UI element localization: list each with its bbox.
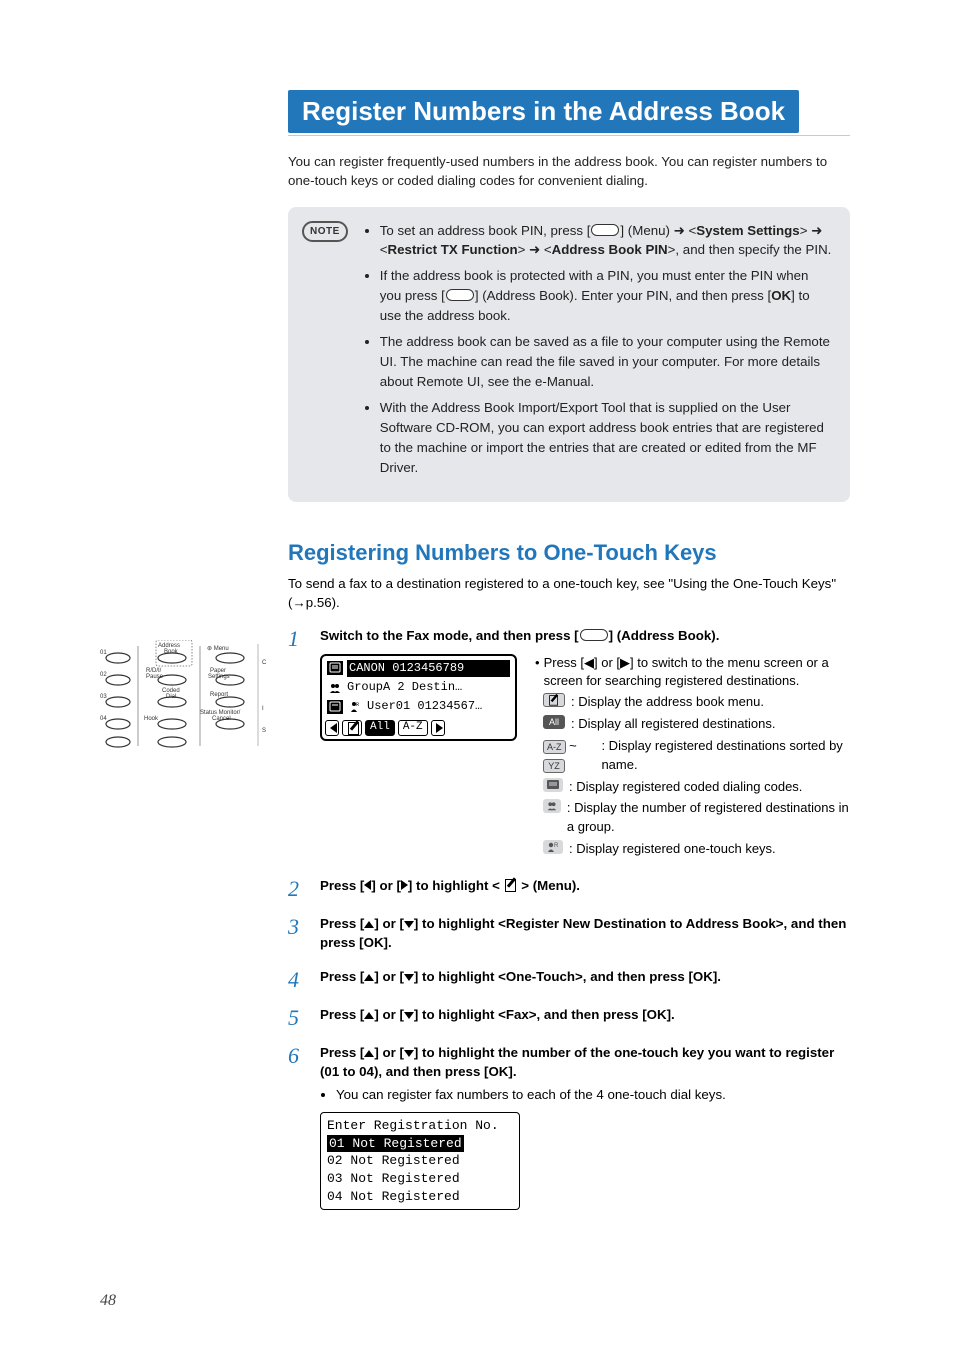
svg-text:01: 01 [100,650,107,656]
svg-text:R: R [554,843,559,849]
note-item: With the Address Book Import/Export Tool… [380,398,832,478]
coded-dial-icon [327,700,343,714]
step-number: 2 [288,876,306,900]
svg-text:R: R [356,702,359,708]
note-item: The address book can be saved as a file … [380,332,832,392]
lcd2-row: 02 Not Registered [327,1152,513,1170]
address-book-button-icon [580,629,608,641]
one-touch-icon: R [347,700,363,714]
nav-left-icon [325,720,339,736]
section-title: Registering Numbers to One-Touch Keys [288,540,850,566]
lcd2-row: 03 Not Registered [327,1170,513,1188]
up-arrow-icon [364,921,374,928]
up-arrow-icon [364,1050,374,1057]
svg-text:Dial: Dial [166,694,176,700]
down-arrow-icon [404,974,414,981]
lcd2-row: 04 Not Registered [327,1188,513,1206]
az-tab: A-Z [398,720,428,736]
step-5: 5 Press [] or [] to highlight <Fax>, and… [288,1005,850,1029]
step-heading: Press [] or [] to highlight the number o… [320,1043,850,1082]
up-arrow-icon [364,1012,374,1019]
legend-text: Press [◀] or [▶] to switch to the menu s… [544,654,850,692]
lcd2-title: Enter Registration No. [327,1117,513,1135]
control-panel-figure: 01 02 03 04 Address Book ⊛ Menu R/D/I/ P… [100,640,270,755]
edit-icon [504,878,518,892]
svg-text:04: 04 [100,716,107,722]
group-icon [327,681,343,695]
step-number: 1 [288,626,306,862]
step-heading: Press [] or [] to highlight <One-Touch>,… [320,967,850,991]
legend-text: : Display registered coded dialing codes… [569,778,802,797]
lcd-legend: • Press [◀] or [▶] to switch to the menu… [535,654,850,862]
svg-text:Book: Book [164,649,179,655]
step-heading: Switch to the Fax mode, and then press [… [320,626,850,645]
step-number: 4 [288,967,306,991]
svg-text:I: I [262,706,264,712]
step-1: 1 Switch to the Fax mode, and then press… [288,626,850,862]
svg-text:S: S [262,728,266,734]
lcd-screen: CANON 0123456789 GroupA 2 Destin… [320,654,517,741]
step-number: 3 [288,914,306,953]
step-heading: Press [] or [] to highlight <Register Ne… [320,914,850,953]
lcd-row-2: GroupA 2 Destin… [347,679,510,696]
note-item: To set an address book PIN, press [] (Me… [380,221,832,261]
right-arrow-icon [401,880,408,890]
intro-text: You can register frequently-used numbers… [288,152,850,191]
all-tab: All [365,720,395,736]
all-icon: All [543,715,565,729]
step-4: 4 Press [] or [] to highlight <One-Touch… [288,967,850,991]
svg-text:Pause: Pause [146,674,164,680]
svg-text:02: 02 [100,672,107,678]
registration-lcd: Enter Registration No. 01 Not Registered… [320,1112,520,1210]
note-badge: NOTE [302,221,348,242]
note-box: NOTE To set an address book PIN, press [… [288,207,850,502]
group-icon [543,799,561,813]
note-list: To set an address book PIN, press [] (Me… [362,221,832,484]
lcd2-row: 01 Not Registered [327,1135,464,1153]
step-6: 6 Press [] or [] to highlight the number… [288,1043,850,1211]
lcd-row-3: User01 01234567… [367,698,510,715]
svg-text:03: 03 [100,694,107,700]
legend-text: : Display the address book menu. [571,693,764,712]
step-sub-bullet: You can register fax numbers to each of … [320,1085,850,1104]
page-number: 48 [100,1292,116,1310]
address-book-button-icon [446,289,474,301]
svg-text:Report: Report [210,692,228,698]
down-arrow-icon [404,1050,414,1057]
legend-text: : Display registered destinations sorted… [601,737,850,775]
svg-text:Cancel: Cancel [212,716,231,722]
down-arrow-icon [404,921,414,928]
menu-button-icon [591,224,619,236]
legend-text: : Display the number of registered desti… [567,799,850,837]
nav-right-icon [431,720,445,736]
az-icon: A-Z [543,740,566,754]
coded-dial-icon [327,661,343,675]
legend-text: : Display registered one-touch keys. [569,840,776,859]
step-heading: Press [] or [] to highlight <Fax>, and t… [320,1005,850,1029]
step-heading: Press [] or [] to highlight < > (Menu). [320,876,850,900]
lcd-row-1: CANON 0123456789 [347,660,510,677]
yz-icon: YZ [543,759,565,773]
lcd-tabs: All A-Z [325,720,512,736]
down-arrow-icon [404,1012,414,1019]
svg-text:Settings: Settings [208,674,230,680]
title-container: Register Numbers in the Address Book [288,90,850,136]
step-3: 3 Press [] or [] to highlight <Register … [288,914,850,953]
step-2: 2 Press [] or [] to highlight < > (Menu)… [288,876,850,900]
step-number: 6 [288,1043,306,1211]
page-title: Register Numbers in the Address Book [288,90,799,133]
note-item: If the address book is protected with a … [380,266,832,326]
coded-dial-icon [543,778,563,792]
bullet-icon: • [535,654,540,692]
svg-text:C: C [262,660,267,666]
svg-text:⊛ Menu: ⊛ Menu [207,646,229,652]
legend-text: : Display all registered destinations. [571,715,776,734]
up-arrow-icon [364,974,374,981]
svg-text:Hook: Hook [144,716,159,722]
one-touch-icon: R [543,840,563,854]
edit-tab [342,720,362,736]
edit-icon [543,693,565,707]
step-number: 5 [288,1005,306,1029]
section-desc: To send a fax to a destination registere… [288,574,850,613]
